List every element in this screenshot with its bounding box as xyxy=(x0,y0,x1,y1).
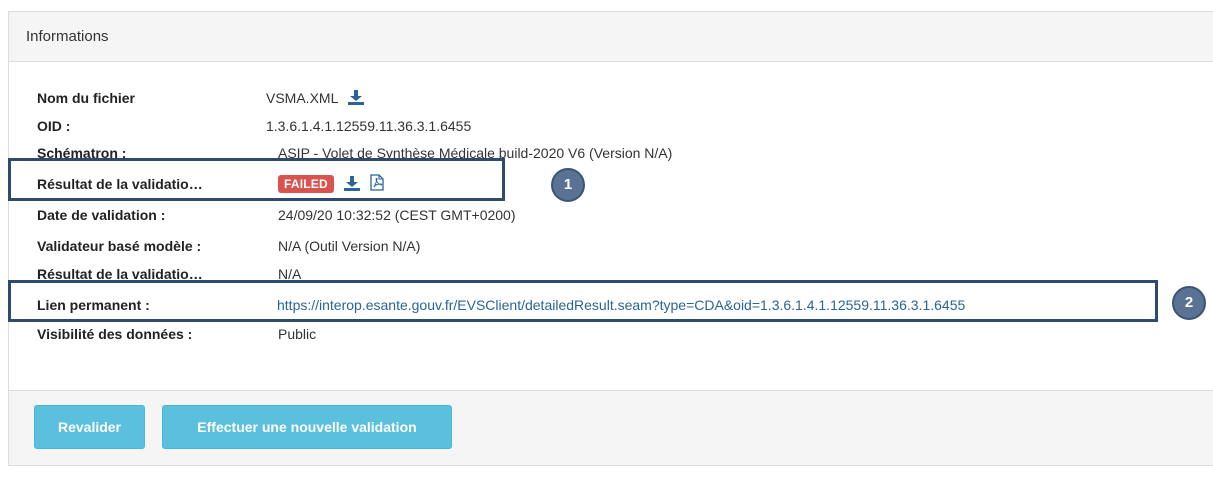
validation-date-value: 24/09/20 10:32:52 (CEST GMT+0200) xyxy=(278,207,516,223)
visibility-value: Public xyxy=(278,326,317,342)
field-label: Validateur basé modèle : xyxy=(37,238,202,254)
field-label: Date de validation : xyxy=(37,207,166,223)
panel-title: Informations xyxy=(26,28,109,45)
field-value: VSMA.XML xyxy=(266,88,364,110)
filename-value: VSMA.XML xyxy=(266,90,338,106)
field-label: Nom du fichier xyxy=(37,90,136,106)
download-icon[interactable] xyxy=(347,90,364,110)
callout-box-2 xyxy=(8,280,1158,322)
model-validator-value: N/A (Outil Version N/A) xyxy=(278,238,421,254)
field-label: Visibilité des données : xyxy=(37,326,193,342)
callout-number-1: 1 xyxy=(551,168,585,202)
new-validation-button[interactable]: Effectuer une nouvelle validation xyxy=(162,405,452,449)
callout-box-1 xyxy=(8,158,505,201)
panel-heading: Informations xyxy=(9,12,1213,62)
revalidate-button[interactable]: Revalider xyxy=(34,405,145,449)
callout-number-2: 2 xyxy=(1172,286,1206,320)
oid-value: 1.3.6.1.4.1.12559.11.36.3.1.6455 xyxy=(266,118,472,134)
field-label: OID : xyxy=(37,118,71,134)
informations-panel: Informations Nom du fichier VSMA.XML OID… xyxy=(8,11,1213,466)
